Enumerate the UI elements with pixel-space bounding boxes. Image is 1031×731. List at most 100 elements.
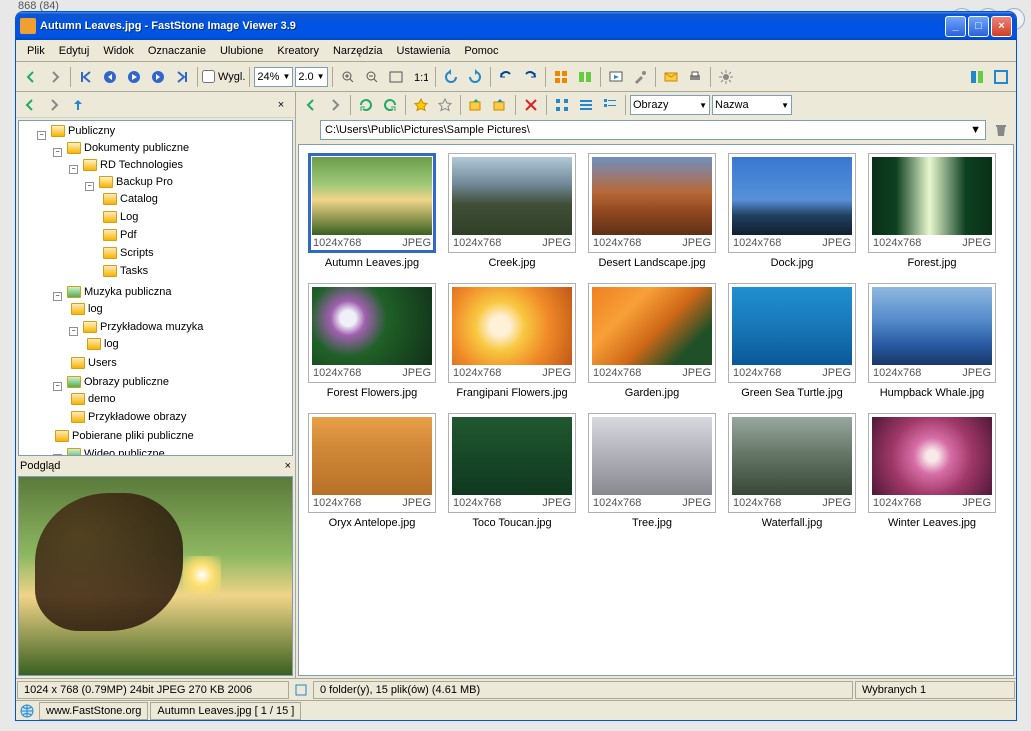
tree-node-wideo[interactable]: Wideo publiczne xyxy=(65,447,167,456)
favorite-button[interactable] xyxy=(410,94,432,116)
menu-widok[interactable]: Widok xyxy=(96,42,141,60)
expand-toggle[interactable]: − xyxy=(69,327,78,336)
next-button[interactable] xyxy=(147,66,169,88)
globe-icon[interactable] xyxy=(16,700,38,722)
tree-node-log3[interactable]: log xyxy=(85,337,121,351)
tree-node-tasks[interactable]: Tasks xyxy=(101,264,150,278)
thumbnail-item[interactable]: 1024x768JPEGToco Toucan.jpg xyxy=(447,413,577,529)
play-button[interactable] xyxy=(123,66,145,88)
tree-node-publiczny[interactable]: Publiczny xyxy=(49,124,117,138)
rotate-right-button[interactable] xyxy=(464,66,486,88)
tree-node-log[interactable]: Log xyxy=(101,210,140,224)
expand-toggle[interactable]: − xyxy=(37,131,46,140)
close-button[interactable]: × xyxy=(991,16,1012,37)
preview-pane[interactable] xyxy=(18,476,293,676)
menu-oznaczanie[interactable]: Oznaczanie xyxy=(141,42,213,60)
thumbnail-item[interactable]: 1024x768JPEGDock.jpg xyxy=(727,153,857,269)
prev-button[interactable] xyxy=(99,66,121,88)
thumbnail-item[interactable]: 1024x768JPEGGreen Sea Turtle.jpg xyxy=(727,283,857,399)
nav-back-button[interactable] xyxy=(20,66,42,88)
zoom-combo[interactable]: 24%▼ xyxy=(254,67,293,87)
expand-toggle[interactable]: − xyxy=(85,182,94,191)
sort-combo[interactable]: Nazwa▼ xyxy=(712,95,792,115)
thumbnail-item[interactable]: 1024x768JPEGHumpback Whale.jpg xyxy=(867,283,997,399)
tree-node-demo[interactable]: demo xyxy=(69,392,118,406)
tree-forward-button[interactable] xyxy=(43,94,65,116)
delete-button[interactable] xyxy=(520,94,542,116)
view-thumbs-button[interactable] xyxy=(551,94,573,116)
thumbnail-item[interactable]: 1024x768JPEGWaterfall.jpg xyxy=(727,413,857,529)
tree-node-dokumenty[interactable]: Dokumenty publiczne xyxy=(65,141,191,155)
menu-narzędzia[interactable]: Narzędzia xyxy=(326,42,390,60)
path-input[interactable]: C:\Users\Public\Pictures\Sample Pictures… xyxy=(320,120,986,140)
thumbnail-item[interactable]: 1024x768JPEGOryx Antelope.jpg xyxy=(307,413,437,529)
thumbs-forward-button[interactable] xyxy=(324,94,346,116)
menu-pomoc[interactable]: Pomoc xyxy=(457,42,505,60)
slideshow-button[interactable] xyxy=(605,66,627,88)
compare-button[interactable] xyxy=(574,66,596,88)
menu-ustawienia[interactable]: Ustawienia xyxy=(390,42,458,60)
thumbnails-button[interactable] xyxy=(550,66,572,88)
zoom-in-button[interactable] xyxy=(337,66,359,88)
tree-node-muzyka[interactable]: Muzyka publiczna xyxy=(65,285,173,299)
tree-node-przykmuzyka[interactable]: Przykładowa muzyka xyxy=(81,320,205,334)
nav-forward-button[interactable] xyxy=(44,66,66,88)
thumbnail-item[interactable]: 1024x768JPEGGarden.jpg xyxy=(587,283,717,399)
tree-node-log2[interactable]: log xyxy=(69,302,105,316)
titlebar[interactable]: Autumn Leaves.jpg - FastStone Image View… xyxy=(16,12,1016,40)
first-button[interactable] xyxy=(75,66,97,88)
thumbnail-item[interactable]: 1024x768JPEGFrangipani Flowers.jpg xyxy=(447,283,577,399)
view-checkbox[interactable]: Wygl. xyxy=(202,70,245,83)
tools-button[interactable] xyxy=(629,66,651,88)
scale-combo[interactable]: 2.0▼ xyxy=(295,67,327,87)
copy-to-button[interactable] xyxy=(465,94,487,116)
menu-ulubione[interactable]: Ulubione xyxy=(213,42,270,60)
zoom-out-button[interactable] xyxy=(361,66,383,88)
thumbnail-item[interactable]: 1024x768JPEGCreek.jpg xyxy=(447,153,577,269)
thumbnail-item[interactable]: 1024x768JPEGDesert Landscape.jpg xyxy=(587,153,717,269)
tag-button[interactable] xyxy=(434,94,456,116)
tree-node-przykobrazy[interactable]: Przykładowe obrazy xyxy=(69,410,188,424)
thumbnail-item[interactable]: 1024x768JPEGAutumn Leaves.jpg xyxy=(307,153,437,269)
tree-up-button[interactable] xyxy=(67,94,89,116)
layout-toggle-button[interactable] xyxy=(966,66,988,88)
expand-toggle[interactable]: − xyxy=(53,382,62,391)
tree-node-pobierane[interactable]: Pobierane pliki publiczne xyxy=(53,429,196,443)
expand-toggle[interactable]: − xyxy=(53,292,62,301)
thumbnail-item[interactable]: 1024x768JPEGForest Flowers.jpg xyxy=(307,283,437,399)
menu-kreatory[interactable]: Kreatory xyxy=(270,42,326,60)
refresh-button[interactable] xyxy=(355,94,377,116)
move-to-button[interactable] xyxy=(489,94,511,116)
folder-tree[interactable]: −Publiczny −Dokumenty publiczne −RD Tech… xyxy=(18,120,293,456)
tree-node-rd[interactable]: RD Technologies xyxy=(81,158,185,172)
view-details-button[interactable] xyxy=(599,94,621,116)
tree-close-button[interactable]: × xyxy=(270,94,292,116)
actual-size-button[interactable]: 1:1 xyxy=(409,66,431,88)
fit-button[interactable] xyxy=(385,66,407,88)
thumbnail-item[interactable]: 1024x768JPEGTree.jpg xyxy=(587,413,717,529)
tree-node-catalog[interactable]: Catalog xyxy=(101,192,160,206)
fullscreen-button[interactable] xyxy=(990,66,1012,88)
tree-node-obrazy[interactable]: Obrazy publiczne xyxy=(65,375,171,389)
expand-toggle[interactable]: − xyxy=(53,148,62,157)
refresh-tree-button[interactable] xyxy=(379,94,401,116)
tree-node-scripts[interactable]: Scripts xyxy=(101,246,156,260)
redo-button[interactable] xyxy=(519,66,541,88)
filter-combo[interactable]: Obrazy▼ xyxy=(630,95,710,115)
view-list-button[interactable] xyxy=(575,94,597,116)
status-url[interactable]: www.FastStone.org xyxy=(39,702,148,720)
thumbnail-item[interactable]: 1024x768JPEGForest.jpg xyxy=(867,153,997,269)
print-button[interactable] xyxy=(684,66,706,88)
minimize-button[interactable]: _ xyxy=(945,16,966,37)
thumbs-back-button[interactable] xyxy=(300,94,322,116)
email-button[interactable] xyxy=(660,66,682,88)
menu-plik[interactable]: Plik xyxy=(20,42,52,60)
rotate-left-button[interactable] xyxy=(440,66,462,88)
expand-toggle[interactable]: + xyxy=(53,454,62,456)
maximize-button[interactable]: □ xyxy=(968,16,989,37)
last-button[interactable] xyxy=(171,66,193,88)
tree-node-pdf[interactable]: Pdf xyxy=(101,228,139,242)
tree-back-button[interactable] xyxy=(19,94,41,116)
thumbnail-item[interactable]: 1024x768JPEGWinter Leaves.jpg xyxy=(867,413,997,529)
thumbnail-grid[interactable]: 1024x768JPEGAutumn Leaves.jpg1024x768JPE… xyxy=(298,144,1014,676)
